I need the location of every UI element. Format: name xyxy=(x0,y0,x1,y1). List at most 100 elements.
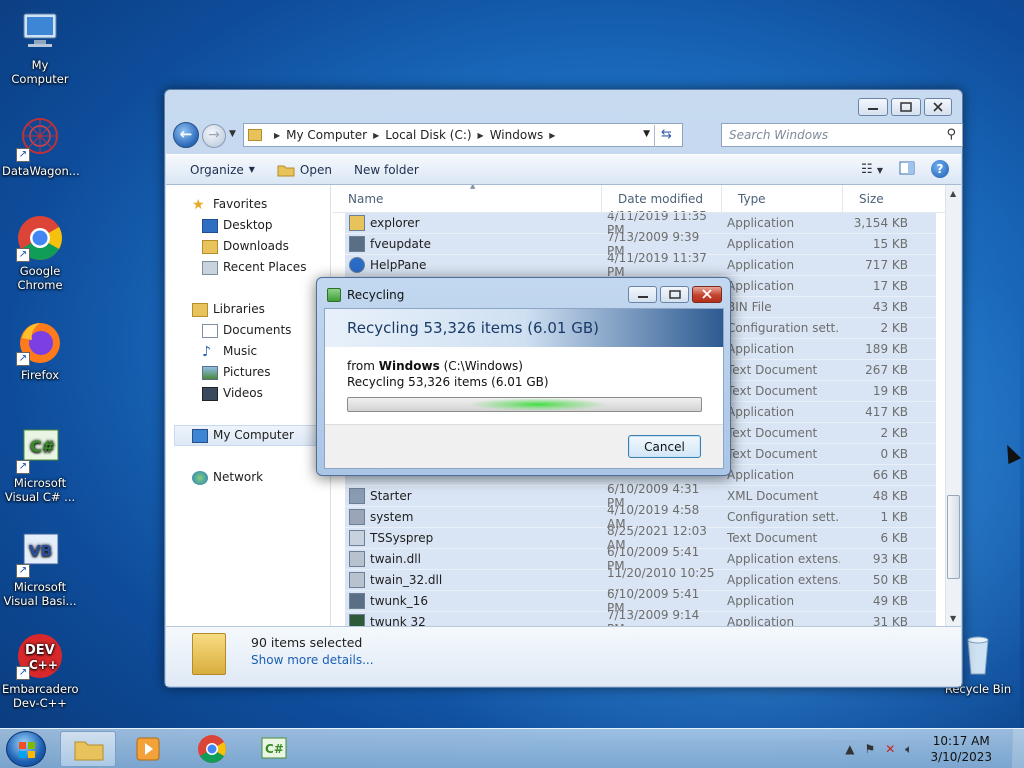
chevron-down-icon: ▼ xyxy=(229,129,236,139)
navigation-pane: ★ Favorites Desktop Downloads Recent Pla… xyxy=(166,185,331,627)
back-button[interactable]: ← xyxy=(173,122,199,148)
nav-downloads[interactable]: Downloads xyxy=(166,236,330,257)
refresh-icon: ⇆ xyxy=(661,127,672,142)
file-name: explorer xyxy=(370,216,420,230)
nav-documents[interactable]: Documents xyxy=(166,320,330,341)
nav-recent-places[interactable]: Recent Places xyxy=(166,257,330,278)
nav-favorites[interactable]: ★ Favorites xyxy=(166,194,330,215)
date-modified-cell: 7/13/2009 9:14 PM xyxy=(607,608,700,627)
chevron-right-icon[interactable]: ▶ xyxy=(373,131,379,140)
preview-pane-icon xyxy=(899,161,915,174)
dialog-close-button[interactable] xyxy=(692,286,722,303)
desktop-icon-visual-basic[interactable]: VB ↗ Microsoft Visual Basi... xyxy=(2,530,78,608)
column-size[interactable]: Size xyxy=(843,185,918,213)
desktop-icon-chrome[interactable]: ↗ Google Chrome xyxy=(2,214,78,292)
show-hidden-icons-icon[interactable]: ▲ xyxy=(845,742,854,757)
details-pane: 90 items selected Show more details... xyxy=(166,626,961,686)
action-center-icon[interactable]: ⚑ xyxy=(864,742,875,757)
desktop-icon-firefox[interactable]: ↗ Firefox xyxy=(2,318,78,382)
taskbar-explorer-button[interactable] xyxy=(60,731,116,767)
preview-pane-button[interactable] xyxy=(899,161,915,178)
start-button[interactable] xyxy=(6,731,46,767)
maximize-icon xyxy=(669,290,681,299)
size-cell: 267 KB xyxy=(865,363,908,377)
column-date-modified[interactable]: Date modified xyxy=(602,185,722,213)
file-name: twain_32.dll xyxy=(370,573,443,587)
nav-label: Music xyxy=(223,344,258,358)
size-cell: 93 KB xyxy=(872,552,908,566)
organize-label: Organize xyxy=(190,162,244,177)
file-icon xyxy=(349,530,365,546)
shortcut-arrow-icon: ↗ xyxy=(16,564,30,578)
new-folder-button[interactable]: New folder xyxy=(354,163,419,177)
column-type[interactable]: Type xyxy=(722,185,843,213)
nav-my-computer[interactable]: My Computer xyxy=(174,425,322,446)
search-input[interactable]: Search Windows ⚲ xyxy=(721,123,963,147)
nav-network[interactable]: Network xyxy=(166,467,330,488)
address-row: ← → ▼ ▶ My Computer ▶ Local Disk (C:) ▶ … xyxy=(173,122,963,148)
minimize-button[interactable] xyxy=(858,98,888,116)
size-cell: 48 KB xyxy=(872,489,908,503)
size-cell: 1 KB xyxy=(880,510,908,524)
taskbar-chrome-button[interactable] xyxy=(184,731,240,767)
network-status-icon[interactable]: ✕ xyxy=(885,742,895,757)
chevron-right-icon[interactable]: ▶ xyxy=(478,131,484,140)
help-icon[interactable]: ? xyxy=(931,160,949,178)
size-cell: 43 KB xyxy=(872,300,908,314)
organize-button[interactable]: Organize ▼ xyxy=(190,163,255,177)
show-desktop-button[interactable] xyxy=(1012,729,1024,768)
nav-music[interactable]: ♪ Music xyxy=(166,341,330,362)
breadcrumb-my-computer[interactable]: My Computer xyxy=(286,128,367,142)
nav-label: Recent Places xyxy=(223,260,307,274)
table-row[interactable]: twunk 327/13/2009 9:14 PMApplication31 K… xyxy=(345,608,936,627)
dialog-footer: Cancel xyxy=(325,424,723,468)
size-cell: 717 KB xyxy=(865,258,908,272)
minimize-icon xyxy=(868,108,878,110)
dialog-maximize-button[interactable] xyxy=(660,286,689,303)
desktop-icon xyxy=(202,218,218,233)
search-icon[interactable]: ⚲ xyxy=(946,127,956,142)
minimize-icon xyxy=(638,296,648,298)
column-headers: ▲ Name Date modified Type Size xyxy=(332,185,945,213)
maximize-button[interactable] xyxy=(891,98,921,116)
scroll-down-icon[interactable]: ▼ xyxy=(950,614,956,623)
show-more-details-link[interactable]: Show more details... xyxy=(251,653,374,667)
column-name[interactable]: Name xyxy=(332,185,602,213)
desktop-icon-datawagon[interactable]: ↗ DataWagon... xyxy=(2,114,80,178)
sort-ascending-icon: ▲ xyxy=(470,185,476,190)
close-button[interactable] xyxy=(924,98,952,116)
recent-pages-dropdown[interactable]: ▼ xyxy=(229,129,236,139)
view-options-button[interactable]: ☷ ▼ xyxy=(861,162,883,177)
nav-videos[interactable]: Videos xyxy=(166,383,330,404)
address-history-dropdown[interactable]: ▼ xyxy=(643,129,650,139)
address-bar[interactable]: ▶ My Computer ▶ Local Disk (C:) ▶ Window… xyxy=(243,123,683,147)
desktop-icon-visual-csharp[interactable]: C# ↗ Microsoft Visual C# ... xyxy=(2,426,78,504)
file-icon xyxy=(349,572,365,588)
forward-button[interactable]: → xyxy=(202,124,226,148)
refresh-button[interactable]: ⇆ xyxy=(654,125,678,147)
shortcut-arrow-icon: ↗ xyxy=(16,352,30,366)
type-cell: Text Document xyxy=(727,447,818,461)
taskbar-visual-csharp-button[interactable]: C# xyxy=(246,731,302,767)
nav-libraries[interactable]: Libraries xyxy=(166,299,330,320)
chevron-right-icon[interactable]: ▶ xyxy=(549,131,555,140)
desktop-icon-devcpp[interactable]: DEV C++ ↗ Embarcadero Dev-C++ xyxy=(2,632,79,710)
volume-icon[interactable]: 🔈︎ xyxy=(905,742,912,757)
taskbar-media-player-button[interactable] xyxy=(120,731,176,767)
type-cell: Application xyxy=(727,342,795,356)
from-prefix: from xyxy=(347,359,375,373)
clock[interactable]: 10:17 AM 3/10/2023 xyxy=(930,733,992,765)
desktop-icon-my-computer[interactable]: My Computer xyxy=(2,8,78,86)
scroll-thumb[interactable] xyxy=(947,495,960,579)
vertical-scrollbar[interactable]: ▲ ▼ xyxy=(945,185,961,627)
dialog-minimize-button[interactable] xyxy=(628,286,657,303)
breadcrumb-windows[interactable]: Windows xyxy=(490,128,544,142)
cancel-button[interactable]: Cancel xyxy=(628,435,701,458)
nav-desktop[interactable]: Desktop xyxy=(166,215,330,236)
scroll-up-icon[interactable]: ▲ xyxy=(950,189,956,198)
open-button[interactable]: Open xyxy=(277,163,332,177)
nav-pictures[interactable]: Pictures xyxy=(166,362,330,383)
breadcrumb-local-disk[interactable]: Local Disk (C:) xyxy=(385,128,471,142)
table-row[interactable]: HelpPane 4/11/2019 11:37 PM Application 717… xyxy=(345,251,936,279)
